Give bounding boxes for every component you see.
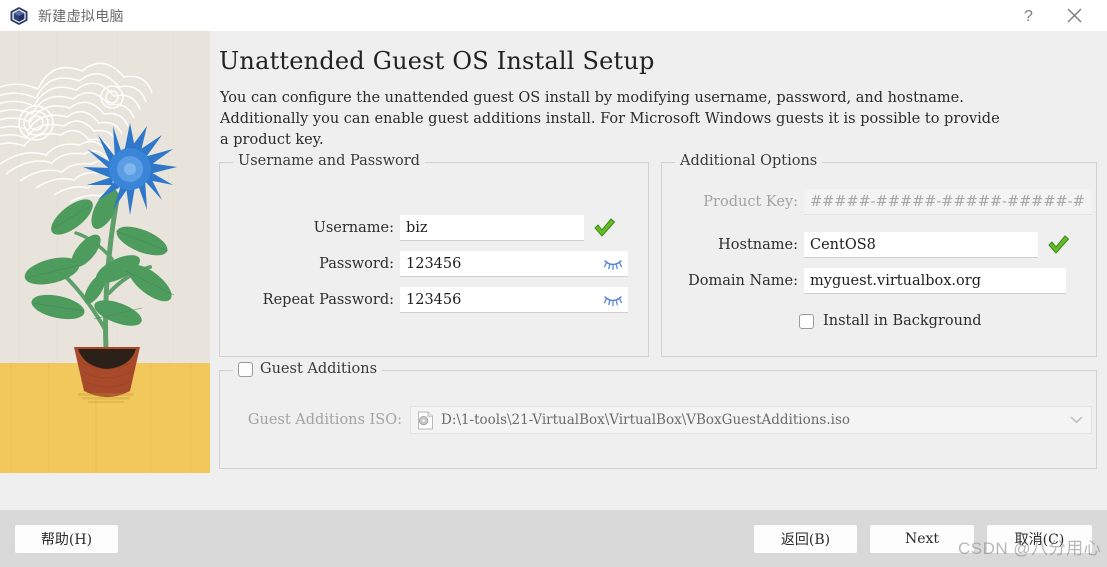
iso-disc-icon [417, 411, 434, 430]
help-button-footer[interactable]: 帮助(H) [14, 524, 119, 554]
page-description: You can configure the unattended guest O… [220, 90, 1000, 148]
additional-options-group: Additional Options Product Key: #####-##… [661, 153, 1098, 357]
wizard-illustration [0, 31, 210, 473]
page-title: Unattended Guest OS Install Setup [219, 47, 655, 75]
password-row: Password: 123456 [220, 251, 650, 277]
install-in-background-checkbox[interactable]: Install in Background [799, 313, 982, 329]
title-bar: 新建虚拟电脑 ? [0, 0, 1107, 31]
group-title-label: Additional Options [680, 153, 818, 169]
wizard-footer: 帮助(H) 返回(B) Next 取消(C) [0, 510, 1107, 567]
repeat-password-label: Repeat Password: [262, 292, 394, 308]
green-check-icon [592, 216, 616, 240]
product-key-label: Product Key: [703, 194, 798, 210]
hostname-label: Hostname: [718, 237, 798, 253]
title-bar-controls: ? [1005, 0, 1107, 31]
product-key-input: #####-#####-#####-#####-##### [804, 189, 1092, 215]
password-label: Password: [319, 256, 394, 272]
install-in-background-label: Install in Background [823, 313, 982, 329]
chevron-down-icon[interactable] [1061, 407, 1091, 433]
username-row: Username: biz [220, 215, 650, 241]
eye-closed-icon[interactable] [603, 257, 623, 271]
username-value: biz [406, 219, 428, 236]
guest-additions-iso-row: Guest Additions ISO: D:\1-tools\21-Virtu… [220, 406, 1098, 434]
help-button[interactable]: ? [1005, 0, 1051, 31]
domain-name-input[interactable]: myguest.virtualbox.org [804, 268, 1066, 294]
close-icon[interactable] [1051, 0, 1097, 31]
window-title: 新建虚拟电脑 [38, 7, 124, 24]
wizard-content: Unattended Guest OS Install Setup You ca… [210, 31, 1107, 510]
domain-name-value: myguest.virtualbox.org [810, 272, 981, 289]
svg-text:?: ? [1024, 8, 1033, 24]
product-key-value: #####-#####-#####-#####-##### [810, 193, 1086, 210]
eye-closed-icon[interactable] [603, 293, 623, 307]
guest-additions-iso-combo[interactable]: D:\1-tools\21-VirtualBox\VirtualBox\VBox… [410, 406, 1092, 434]
password-input[interactable]: 123456 [400, 251, 628, 277]
username-input[interactable]: biz [400, 215, 584, 241]
guest-additions-checkbox[interactable] [238, 361, 253, 377]
repeat-password-row: Repeat Password: 123456 [220, 287, 650, 313]
domain-name-label: Domain Name: [688, 273, 798, 289]
back-button[interactable]: 返回(B) [753, 524, 858, 554]
username-password-group: Username and Password Username: biz Pass… [219, 153, 650, 357]
group-title-username-password: Username and Password [233, 153, 425, 169]
virtualbox-cube-icon [9, 6, 29, 26]
repeat-password-input[interactable]: 123456 [400, 287, 628, 313]
repeat-password-value: 123456 [406, 291, 462, 308]
hostname-row: Hostname: CentOS8 [662, 232, 1098, 258]
group-title-additional-options: Additional Options [675, 153, 823, 169]
username-label: Username: [313, 220, 394, 236]
password-value: 123456 [406, 255, 462, 272]
group-title-label: Guest Additions [260, 361, 378, 377]
hostname-input[interactable]: CentOS8 [804, 232, 1038, 258]
new-vm-wizard-window: 新建虚拟电脑 ? Unattended Guest OS Install Set… [0, 0, 1107, 567]
group-title-label: Username and Password [238, 153, 420, 169]
group-title-guest-additions[interactable]: Guest Additions [233, 361, 383, 377]
domain-name-row: Domain Name: myguest.virtualbox.org [662, 268, 1098, 294]
hostname-value: CentOS8 [810, 236, 876, 253]
next-button[interactable]: Next [869, 524, 975, 554]
cancel-button[interactable]: 取消(C) [986, 524, 1093, 554]
guest-additions-iso-label: Guest Additions ISO: [247, 412, 402, 428]
guest-additions-group: Guest Additions Guest Additions ISO: D:\… [219, 361, 1098, 469]
product-key-row: Product Key: #####-#####-#####-#####-###… [662, 189, 1098, 215]
checkbox-box-icon[interactable] [799, 313, 814, 329]
title-bar-left: 新建虚拟电脑 [0, 6, 124, 26]
green-check-icon [1046, 233, 1070, 257]
guest-additions-iso-value: D:\1-tools\21-VirtualBox\VirtualBox\VBox… [441, 412, 851, 428]
